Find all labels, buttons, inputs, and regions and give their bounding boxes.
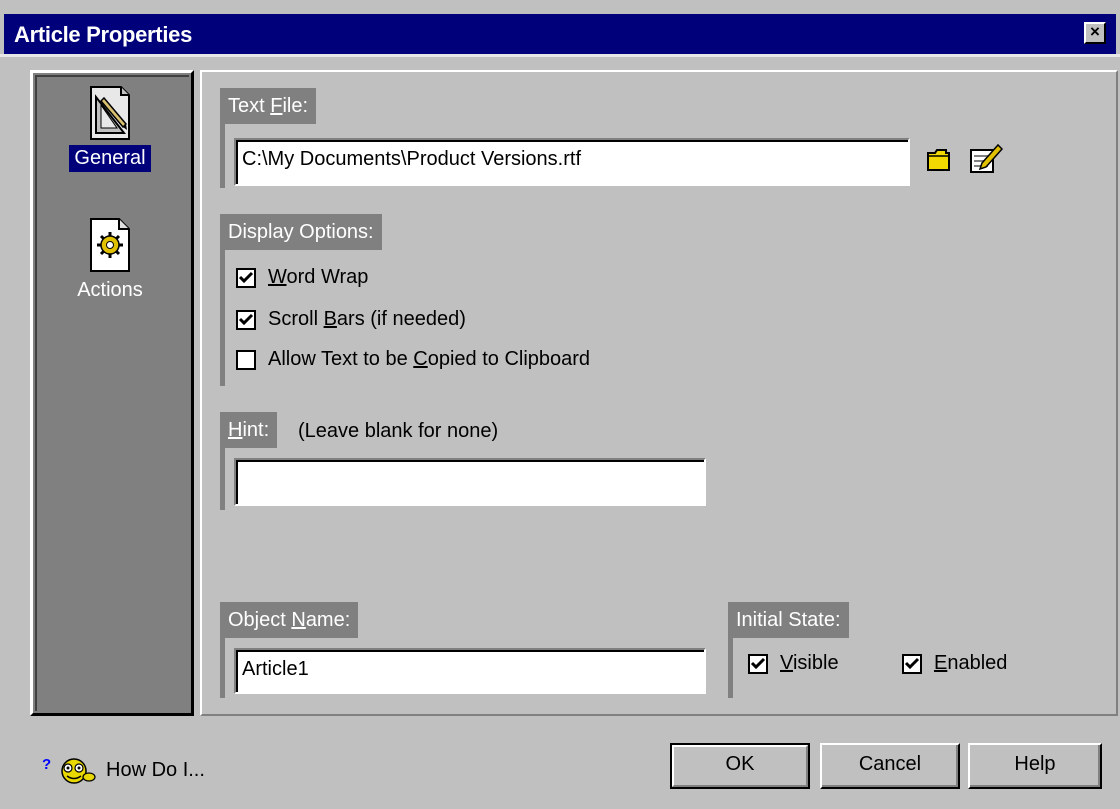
initial-state-label: Initial State: [728,602,849,638]
checkbox-box [236,309,256,330]
object-name-value: Article1 [236,650,704,692]
word-wrap-label: Word Wrap [268,266,369,288]
title-divider [0,54,1120,57]
sidebar-item-label: General [69,145,151,172]
scroll-bars-label: Scroll Bars (if needed) [268,308,466,330]
edit-document-icon[interactable] [968,140,1004,176]
window-title: Article Properties [14,22,193,47]
cancel-label: Cancel [858,753,922,775]
close-icon: × [1090,22,1100,41]
visible-label: Visible [780,652,839,674]
how-do-i-label: How Do I... [106,758,205,781]
checkbox-box [902,653,922,674]
help-button[interactable]: Help [968,743,1102,789]
display-options-label: Display Options: [220,214,382,250]
ok-button[interactable]: OK [670,743,810,789]
title-bar[interactable]: Article Properties × [4,14,1116,54]
pencil-ruler-icon [90,86,130,140]
object-name-group-line [220,638,225,698]
folder-icon[interactable] [926,148,952,172]
text-file-input[interactable]: C:\My Documents\Product Versions.rtf [234,138,910,186]
initial-state-group-line [728,638,733,698]
object-name-input[interactable]: Article1 [234,648,706,694]
checkbox-box [236,267,256,288]
hint-value [236,460,704,504]
svg-text:?: ? [42,756,51,773]
checkbox-box [236,349,256,370]
checkbox-box [748,653,768,674]
word-wrap-checkbox[interactable]: Word Wrap [236,266,368,289]
text-file-label: Text File: [220,88,317,124]
article-properties-dialog: Article Properties × General Actions Tex… [0,0,1120,809]
display-options-group-line [220,250,225,386]
scroll-bars-checkbox[interactable]: Scroll Bars (if needed) [236,308,466,331]
text-file-value: C:\My Documents\Product Versions.rtf [236,140,908,184]
enabled-checkbox[interactable]: Enabled [902,652,1007,675]
sidebar-item-label: Actions [77,279,143,301]
object-name-label: Object Name: [220,602,359,638]
how-do-i-link[interactable]: ? How Do I... [42,755,205,785]
help-label: Help [1014,753,1056,775]
text-file-group-line [220,124,225,188]
hint-group-line [220,448,225,510]
enabled-label: Enabled [934,652,1008,674]
visible-checkbox[interactable]: Visible [748,652,839,675]
close-button[interactable]: × [1084,22,1106,44]
copy-to-clipboard-label: Allow Text to be Copied to Clipboard [268,348,591,370]
copy-to-clipboard-checkbox[interactable]: Allow Text to be Copied to Clipboard [236,348,590,371]
helper-face-icon: ? [42,756,96,784]
hint-input[interactable] [234,458,706,506]
gear-page-icon [90,218,130,272]
ok-label: OK [725,753,755,775]
sidebar-item-actions[interactable]: Actions [33,217,187,304]
hint-label: Hint: [220,412,278,448]
sidebar-item-general[interactable]: General [33,85,187,172]
sidebar: General Actions [30,70,194,716]
hint-note: (Leave blank for none) [298,420,499,442]
cancel-button[interactable]: Cancel [820,743,960,789]
